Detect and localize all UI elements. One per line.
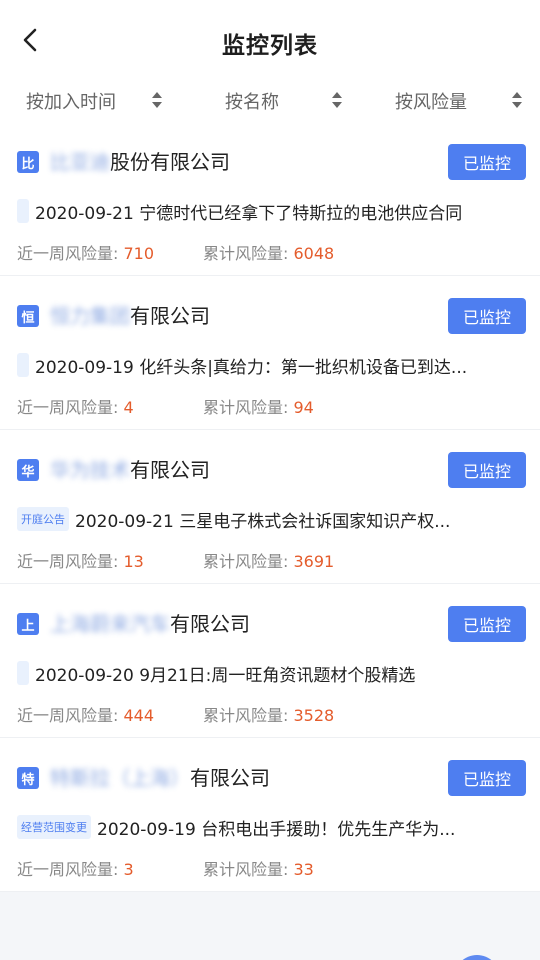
company-name-suffix: 股份有限公司 xyxy=(110,150,230,174)
total-risk: 累计风险量: 3691 xyxy=(203,548,334,572)
company-name-blurred: 上海蔚来汽车 xyxy=(50,612,170,636)
sort-by-time[interactable]: 按加入时间 xyxy=(26,86,116,116)
news-tag xyxy=(17,353,29,377)
total-risk-label: 累计风险量: xyxy=(203,244,294,263)
week-risk-value: 3 xyxy=(123,860,134,879)
total-risk: 累计风险量: 94 xyxy=(203,394,314,418)
company-card[interactable]: 恒 恒力集团 有限公司 已监控 2020-09-19 化纤头条|真给力：第一批织… xyxy=(0,276,540,430)
week-risk-value: 13 xyxy=(123,552,144,571)
news-text: 2020-09-21 宁德时代已经拿下了特斯拉的电池供应合同 xyxy=(35,203,463,224)
company-name-suffix: 有限公司 xyxy=(170,612,250,636)
top-bar: 监控列表 xyxy=(0,0,540,80)
news-text: 2020-09-19 台积电出手援助！优先生产华为... xyxy=(97,819,456,840)
sort-by-name-label: 按名称 xyxy=(225,92,279,113)
monitored-button[interactable]: 已监控 xyxy=(448,606,526,642)
company-logo: 华 xyxy=(17,459,39,481)
company-name-suffix: 有限公司 xyxy=(130,304,210,328)
week-risk: 近一周风险量: 4 xyxy=(17,394,134,418)
company-logo: 特 xyxy=(17,767,39,789)
total-risk-value: 3528 xyxy=(293,706,335,725)
total-risk-label: 累计风险量: xyxy=(203,860,294,879)
total-risk-value: 6048 xyxy=(293,244,335,263)
company-name-suffix: 有限公司 xyxy=(130,458,210,482)
news-row[interactable]: 2020-09-19 化纤头条|真给力：第一批织机设备已到达... xyxy=(17,352,467,378)
total-risk: 累计风险量: 3528 xyxy=(203,702,334,726)
news-text: 2020-09-20 9月21日:周一旺角资讯题材个股精选 xyxy=(35,665,416,686)
week-risk: 近一周风险量: 13 xyxy=(17,548,144,572)
sort-arrows-icon[interactable] xyxy=(331,90,343,110)
company-card[interactable]: 上 上海蔚来汽车 有限公司 已监控 2020-09-20 9月21日:周一旺角资… xyxy=(0,584,540,738)
company-logo: 恒 xyxy=(17,305,39,327)
company-name: 上海蔚来汽车 有限公司 xyxy=(50,608,250,637)
company-name: 恒力集团 有限公司 xyxy=(50,300,210,329)
week-risk-value: 4 xyxy=(123,398,134,417)
company-card[interactable]: 比 比亚迪 股份有限公司 已监控 2020-09-21 宁德时代已经拿下了特斯拉… xyxy=(0,122,540,276)
company-name-blurred: 比亚迪 xyxy=(50,150,110,174)
news-text: 2020-09-19 化纤头条|真给力：第一批织机设备已到达... xyxy=(35,357,468,378)
floating-action-button[interactable] xyxy=(454,955,500,960)
sort-arrows-icon[interactable] xyxy=(151,90,163,110)
week-risk-label: 近一周风险量: xyxy=(17,244,124,263)
news-tag xyxy=(17,199,29,223)
sort-by-time-label: 按加入时间 xyxy=(26,92,116,113)
page-title: 监控列表 xyxy=(222,33,318,59)
news-row[interactable]: 经营范围变更 2020-09-19 台积电出手援助！优先生产华为... xyxy=(17,814,455,840)
monitored-button[interactable]: 已监控 xyxy=(448,298,526,334)
company-name-blurred: 恒力集团 xyxy=(50,304,130,328)
sort-by-name[interactable]: 按名称 xyxy=(225,86,279,116)
week-risk: 近一周风险量: 3 xyxy=(17,856,134,880)
week-risk-value: 444 xyxy=(123,706,155,725)
sort-arrows-icon[interactable] xyxy=(511,90,523,110)
total-risk-label: 累计风险量: xyxy=(203,398,294,417)
news-text: 2020-09-21 三星电子株式会社诉国家知识产权... xyxy=(75,511,451,532)
company-list: 比 比亚迪 股份有限公司 已监控 2020-09-21 宁德时代已经拿下了特斯拉… xyxy=(0,122,540,892)
week-risk-value: 710 xyxy=(123,244,155,263)
company-card[interactable]: 华 华为技术 有限公司 已监控 开庭公告 2020-09-21 三星电子株式会社… xyxy=(0,430,540,584)
company-name: 华为技术 有限公司 xyxy=(50,454,210,483)
news-tag: 开庭公告 xyxy=(17,507,69,531)
total-risk-value: 33 xyxy=(293,860,314,879)
monitored-button[interactable]: 已监控 xyxy=(448,760,526,796)
sort-bar: 按加入时间 按名称 按风险量 xyxy=(0,80,540,122)
total-risk-label: 累计风险量: xyxy=(203,552,294,571)
news-tag: 经营范围变更 xyxy=(17,815,91,839)
week-risk-label: 近一周风险量: xyxy=(17,552,124,571)
monitored-button[interactable]: 已监控 xyxy=(448,144,526,180)
company-name: 特斯拉（上海） 有限公司 xyxy=(50,762,270,791)
week-risk-label: 近一周风险量: xyxy=(17,706,124,725)
company-name-blurred: 特斯拉（上海） xyxy=(50,766,190,790)
news-row[interactable]: 2020-09-21 宁德时代已经拿下了特斯拉的电池供应合同 xyxy=(17,198,462,224)
week-risk-label: 近一周风险量: xyxy=(17,398,124,417)
total-risk-label: 累计风险量: xyxy=(203,706,294,725)
total-risk: 累计风险量: 6048 xyxy=(203,240,334,264)
news-tag xyxy=(17,661,29,685)
sort-by-risk-label: 按风险量 xyxy=(395,92,467,113)
monitored-button[interactable]: 已监控 xyxy=(448,452,526,488)
company-name: 比亚迪 股份有限公司 xyxy=(50,146,230,175)
news-row[interactable]: 开庭公告 2020-09-21 三星电子株式会社诉国家知识产权... xyxy=(17,506,450,532)
week-risk: 近一周风险量: 710 xyxy=(17,240,154,264)
company-name-suffix: 有限公司 xyxy=(190,766,270,790)
company-card[interactable]: 特 特斯拉（上海） 有限公司 已监控 经营范围变更 2020-09-19 台积电… xyxy=(0,738,540,892)
sort-by-risk[interactable]: 按风险量 xyxy=(395,86,467,116)
total-risk: 累计风险量: 33 xyxy=(203,856,314,880)
total-risk-value: 3691 xyxy=(293,552,335,571)
company-name-blurred: 华为技术 xyxy=(50,458,130,482)
news-row[interactable]: 2020-09-20 9月21日:周一旺角资讯题材个股精选 xyxy=(17,660,415,686)
week-risk-label: 近一周风险量: xyxy=(17,860,124,879)
total-risk-value: 94 xyxy=(293,398,314,417)
company-logo: 比 xyxy=(17,151,39,173)
company-logo: 上 xyxy=(17,613,39,635)
week-risk: 近一周风险量: 444 xyxy=(17,702,154,726)
